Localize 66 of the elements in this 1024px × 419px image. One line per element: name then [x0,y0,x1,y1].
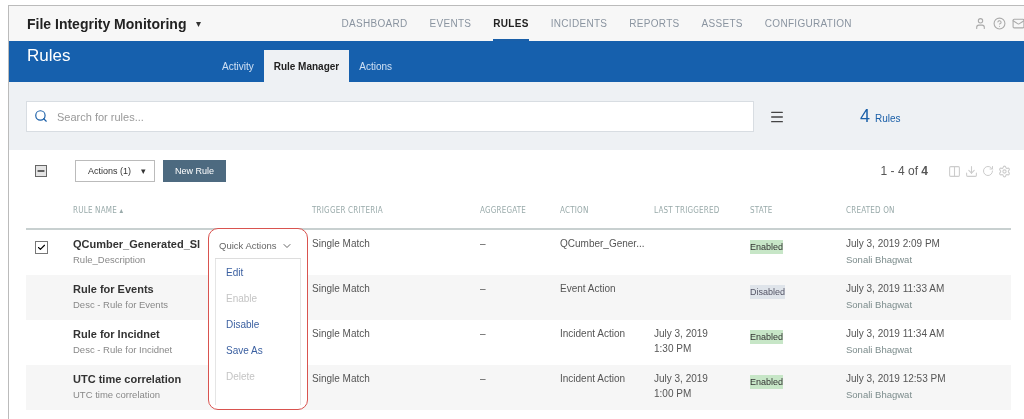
table-cell-text: – [480,372,487,386]
table-cell-text: Single Match [312,327,371,341]
app-title[interactable]: File Integrity Monitoring [27,15,187,32]
select-all-checkbox[interactable] [35,165,47,177]
created-date: July 3, 2019 12:53 PM [846,372,946,386]
caret-icon[interactable]: ▾ [196,18,202,29]
rule-description: Rule_Description [73,253,146,267]
user-icon[interactable] [974,17,987,30]
column-header: CREATED ON [846,205,896,215]
search-field[interactable]: Search for rules... [26,101,754,132]
state-badge: Enabled [750,330,784,344]
rule-name[interactable]: Rule for Incidnet [73,326,160,342]
tab[interactable]: Actions [349,50,403,82]
row-checkbox[interactable] [35,241,48,254]
rule-description: Desc - Rule for Events [73,298,169,312]
tab[interactable]: Rule Manager [263,50,350,82]
column-header: TRIGGER CRITERIA [312,205,384,215]
download-icon[interactable] [965,164,978,178]
author-name: Sonali Bhagwat [846,253,913,267]
state-badge: Disabled [750,285,786,299]
column-header: LAST TRIGGERED [654,205,721,215]
pagination-range: 1 - 4 of 4 [880,164,928,178]
table-cell-text: Incident Action [560,372,627,386]
help-icon[interactable] [993,17,1006,30]
author-name: Sonali Bhagwat [846,298,913,312]
menu-item[interactable]: Edit [226,267,290,283]
table-cell-text: QCumber_Gener... [560,237,646,251]
created-date: July 3, 2019 2:09 PM [846,237,940,251]
table-cell-text: Single Match [312,237,371,251]
settings-icon[interactable] [998,164,1011,178]
columns-icon[interactable] [948,164,961,178]
table-cell-text: Event Action [560,282,617,296]
rule-description: UTC time correlation [73,388,161,402]
search-icon [34,109,48,123]
table-cell-text: – [480,327,487,341]
table-cell-text: Incident Action [560,327,627,341]
rule-count: 4 [860,106,870,127]
table-cell-text: – [480,237,487,251]
state-badge: Enabled [750,375,784,389]
table-cell-text: Single Match [312,372,371,386]
table-cell-text: Single Match [312,282,371,296]
count-label: Rules [875,113,901,124]
created-date: July 3, 2019 11:34 AM [846,327,945,341]
table-cell-text: – [480,282,487,296]
table-cell-text: July 3, 2019 1:00 PM [654,372,709,401]
tab[interactable]: Activity [212,50,264,82]
author-name: Sonali Bhagwat [846,388,913,402]
refresh-icon[interactable] [982,164,994,177]
menu-item[interactable]: Save As [226,345,290,361]
rule-name[interactable]: Rule for Events [73,281,154,297]
rule-description: Desc - Rule for Incidnet [73,343,173,357]
actions-dropdown[interactable]: Actions (1) ▾ [75,160,155,182]
table-cell-text: July 3, 2019 1:30 PM [654,327,709,356]
author-name: Sonali Bhagwat [846,343,913,357]
new-rule-button[interactable]: New Rule [163,160,227,182]
mail-icon[interactable] [1012,17,1024,30]
rule-name[interactable]: QCumber_Generated_Sl [73,236,201,252]
menu-item[interactable]: Disable [226,319,290,335]
column-header: ACTION [560,205,590,215]
created-date: July 3, 2019 11:33 AM [846,282,945,296]
check-icon [37,243,46,252]
state-badge: Enabled [750,240,784,254]
column-header: AGGREGATE [480,205,528,215]
column-header: STATE [750,205,774,215]
page-title: Rules [27,45,72,66]
rule-name[interactable]: UTC time correlation [73,371,182,387]
